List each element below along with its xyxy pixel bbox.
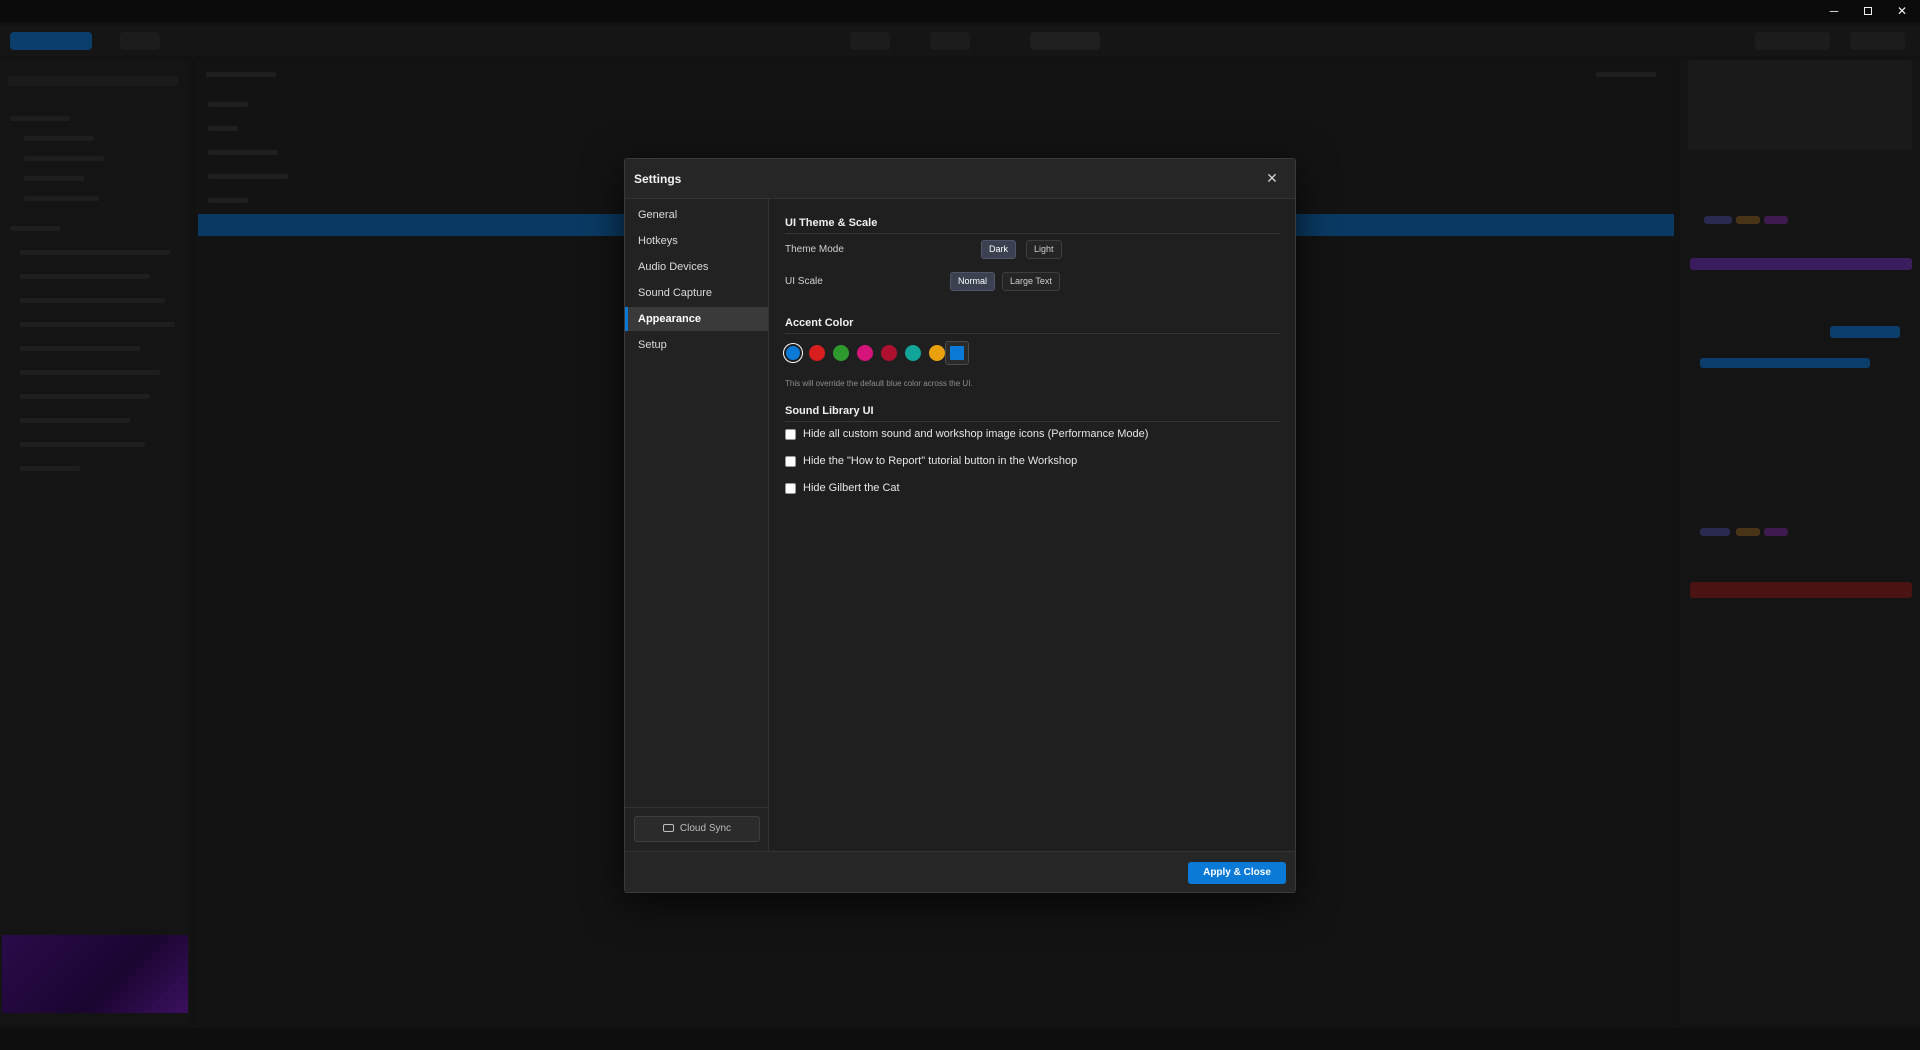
dialog-footer: Apply & Close	[625, 851, 1295, 892]
scale-normal-button[interactable]: Normal	[950, 272, 996, 291]
toolbar-pill	[930, 32, 970, 50]
hide-icons-checkbox[interactable]	[785, 429, 796, 440]
hide-report-checkbox[interactable]	[785, 456, 796, 467]
hide-report-label: Hide the "How to Report" tutorial button…	[803, 455, 1078, 467]
accent-swatch-1[interactable]	[786, 346, 800, 360]
sidebar-item-audio-devices[interactable]: Audio Devices	[625, 255, 768, 279]
sidebar-item-sound-capture[interactable]: Sound Capture	[625, 281, 768, 305]
section-divider	[785, 233, 1280, 234]
background-right-panel	[1680, 60, 1920, 1025]
theme-section-title: UI Theme & Scale	[785, 217, 878, 229]
app-toolbar	[0, 26, 1920, 56]
settings-dialog: Settings ✕ General Hotkeys Audio Devices…	[624, 158, 1296, 893]
scale-large-text-button[interactable]: Large Text	[1002, 272, 1060, 291]
ui-scale-label: UI Scale	[785, 276, 823, 287]
section-divider	[785, 333, 1280, 334]
accent-swatch-7[interactable]	[929, 345, 945, 361]
sidebar-item-setup[interactable]: Setup	[625, 333, 768, 357]
apply-close-button[interactable]: Apply & Close	[1188, 862, 1286, 884]
sidebar-divider	[625, 807, 768, 808]
sidebar-item-appearance[interactable]: Appearance	[625, 307, 768, 331]
dialog-title: Settings	[634, 172, 682, 186]
section-divider	[785, 421, 1280, 422]
settings-sidebar: General Hotkeys Audio Devices Sound Capt…	[625, 199, 769, 851]
toolbar-pill	[1850, 32, 1905, 50]
custom-color-fill	[950, 346, 964, 360]
window-titlebar: ─ ✕	[0, 0, 1920, 22]
hide-icons-label: Hide all custom sound and workshop image…	[803, 428, 1149, 440]
minimize-button[interactable]: ─	[1821, 2, 1847, 20]
theme-light-button[interactable]: Light	[1026, 240, 1062, 259]
background-gallery-thumb	[2, 935, 188, 1013]
background-status-bar	[0, 1028, 1920, 1050]
window-close-button[interactable]: ✕	[1889, 2, 1915, 20]
cloud-sync-button[interactable]: Cloud Sync	[634, 816, 760, 842]
accent-swatch-4[interactable]	[857, 345, 873, 361]
toolbar-pill	[1030, 32, 1100, 50]
dialog-close-button[interactable]: ✕	[1264, 170, 1280, 186]
toolbar-pill	[120, 32, 160, 50]
sidebar-item-hotkeys[interactable]: Hotkeys	[625, 229, 768, 253]
cloud-icon	[662, 824, 674, 832]
toolbar-pill	[1755, 32, 1830, 50]
background-left-panel	[0, 60, 190, 1025]
accent-section-title: Accent Color	[785, 317, 854, 329]
dialog-header: Settings ✕	[625, 159, 1295, 199]
accent-swatch-3[interactable]	[833, 345, 849, 361]
toolbar-pill	[850, 32, 890, 50]
cloud-sync-label: Cloud Sync	[679, 823, 732, 834]
hide-gilbert-checkbox[interactable]	[785, 483, 796, 494]
library-section-title: Sound Library UI	[785, 405, 874, 417]
sidebar-item-general[interactable]: General	[625, 203, 768, 227]
appearance-panel: UI Theme & Scale Theme Mode Dark Light U…	[770, 199, 1295, 851]
maximize-button[interactable]	[1855, 2, 1881, 20]
toolbar-pill	[10, 32, 92, 50]
theme-dark-button[interactable]: Dark	[981, 240, 1017, 259]
accent-swatch-5[interactable]	[881, 345, 897, 361]
theme-mode-label: Theme Mode	[785, 244, 844, 255]
custom-color-picker[interactable]	[945, 341, 969, 365]
accent-hint: This will override the default blue colo…	[785, 379, 973, 388]
hide-gilbert-label: Hide Gilbert the Cat	[803, 482, 900, 494]
accent-swatch-6[interactable]	[905, 345, 921, 361]
accent-swatch-2[interactable]	[809, 345, 825, 361]
maximize-icon	[1864, 7, 1872, 15]
